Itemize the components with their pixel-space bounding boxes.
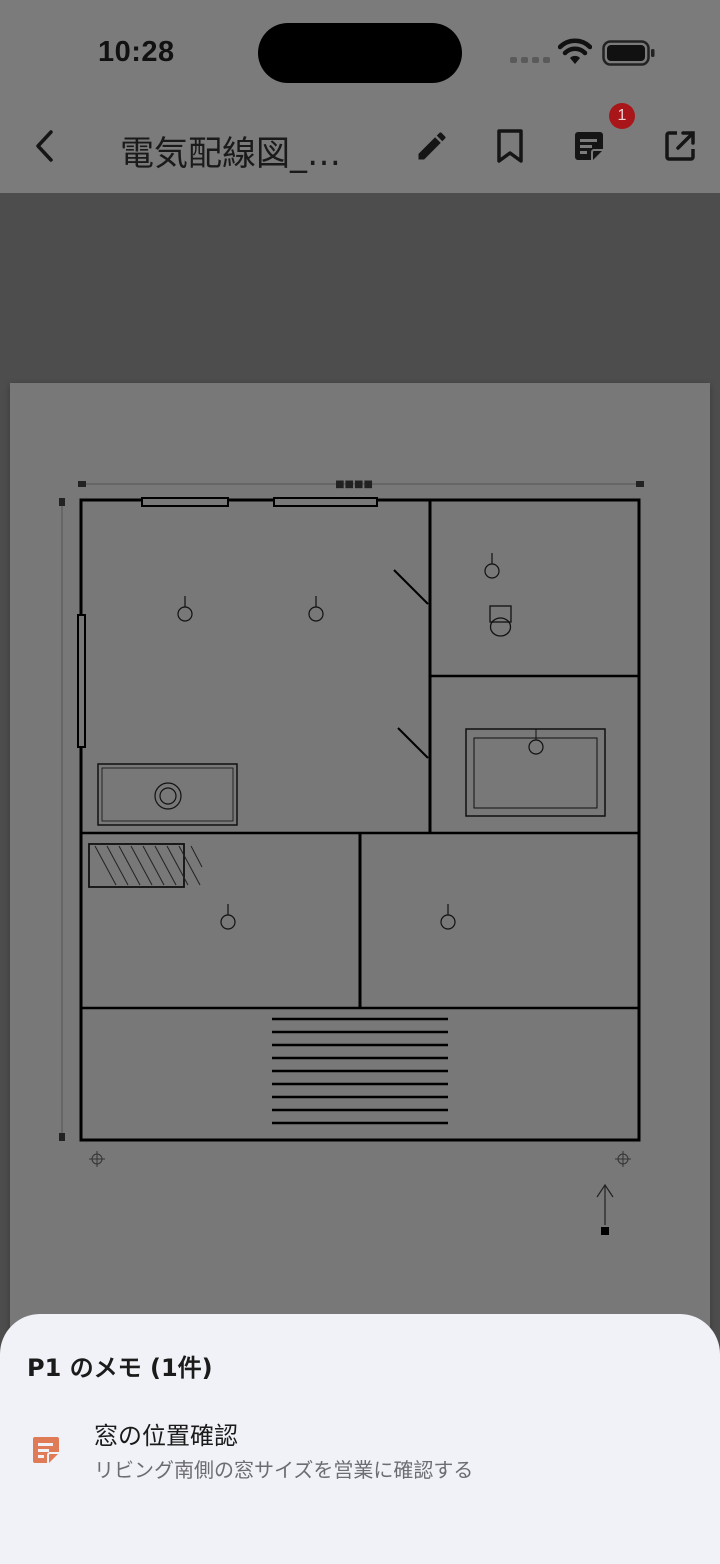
status-time: 10:28	[98, 36, 175, 68]
battery-icon	[602, 40, 655, 66]
document-title: 電気配線図_…	[120, 134, 341, 174]
memo-title: 窓の位置確認	[94, 1422, 238, 1450]
pdf-page[interactable]: ■■■■	[10, 383, 710, 1383]
open-external-button[interactable]	[652, 118, 708, 174]
dimension-label: ■■■■	[335, 479, 373, 490]
bookmark-button[interactable]	[482, 118, 538, 174]
memo-icon	[33, 1437, 59, 1463]
sheet-title: P1 のメモ (1件)	[27, 1354, 213, 1382]
back-icon	[36, 130, 53, 162]
wifi-icon	[558, 38, 592, 64]
cellular-signal-icon	[510, 57, 550, 63]
status-bar: 10:28	[0, 0, 720, 100]
notes-button[interactable]	[561, 118, 617, 174]
bookmark-icon	[497, 129, 523, 163]
memo-list-item[interactable]: 窓の位置確認 リビング南側の窓サイズを営業に確認する	[0, 1408, 720, 1498]
open-external-icon	[665, 131, 695, 161]
floor-plan-drawing: ■■■■	[59, 479, 644, 1235]
note-icon	[575, 132, 603, 160]
notes-count-badge: 1	[609, 103, 635, 129]
back-button[interactable]	[17, 118, 73, 174]
edit-button[interactable]	[404, 118, 460, 174]
pencil-icon	[418, 132, 446, 160]
dynamic-island	[258, 23, 462, 83]
memo-description: リビング南側の窓サイズを営業に確認する	[94, 1458, 474, 1482]
memo-bottom-sheet: P1 のメモ (1件) 窓の位置確認 リビング南側の窓サイズを営業に確認する	[0, 1314, 720, 1564]
